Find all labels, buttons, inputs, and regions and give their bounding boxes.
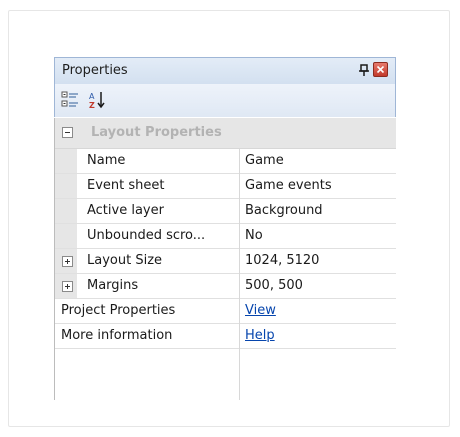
property-value[interactable]: Background xyxy=(245,203,323,218)
categorized-icon[interactable] xyxy=(61,90,81,110)
expand-icon[interactable] xyxy=(62,281,73,292)
collapse-icon[interactable] xyxy=(62,127,73,138)
expand-icon[interactable] xyxy=(62,256,73,267)
property-row-unbounded-scrolling[interactable]: Unbounded scro... No xyxy=(55,224,396,249)
properties-panel: Properties A Z Layout Properties Name Ga… xyxy=(54,57,396,400)
property-name: Project Properties xyxy=(61,303,176,318)
property-value[interactable]: No xyxy=(245,228,263,243)
property-name: Layout Size xyxy=(87,253,163,268)
property-name: Active layer xyxy=(87,203,164,218)
panel-toolbar: A Z xyxy=(54,84,396,117)
property-row-more-information[interactable]: More information Help xyxy=(55,324,396,349)
property-row-event-sheet[interactable]: Event sheet Game events xyxy=(55,174,396,199)
pin-icon[interactable] xyxy=(357,63,371,77)
help-link[interactable]: Help xyxy=(245,328,275,343)
property-value[interactable]: Game xyxy=(245,153,284,168)
property-row-project-properties[interactable]: Project Properties View xyxy=(55,299,396,324)
property-value[interactable]: 500, 500 xyxy=(245,278,303,293)
property-name: More information xyxy=(61,328,173,343)
property-name: Unbounded scro... xyxy=(87,228,206,243)
property-row-name[interactable]: Name Game xyxy=(55,149,396,174)
view-link[interactable]: View xyxy=(245,303,276,318)
column-divider[interactable] xyxy=(239,149,240,400)
property-name: Margins xyxy=(87,278,139,293)
sort-alpha-icon[interactable]: A Z xyxy=(87,90,107,110)
property-name: Event sheet xyxy=(87,178,165,193)
property-row-margins[interactable]: Margins 500, 500 xyxy=(55,274,396,299)
svg-text:A: A xyxy=(89,92,95,101)
category-label: Layout Properties xyxy=(91,125,222,140)
property-value[interactable]: Game events xyxy=(245,178,332,193)
close-icon[interactable] xyxy=(373,62,388,77)
panel-title: Properties xyxy=(62,63,128,78)
category-row-layout[interactable]: Layout Properties xyxy=(55,118,396,149)
panel-titlebar: Properties xyxy=(54,57,396,84)
property-grid: Layout Properties Name Game Event sheet … xyxy=(54,118,396,400)
property-row-active-layer[interactable]: Active layer Background xyxy=(55,199,396,224)
svg-text:Z: Z xyxy=(89,101,95,110)
property-value[interactable]: 1024, 5120 xyxy=(245,253,319,268)
property-name: Name xyxy=(87,153,126,168)
property-row-layout-size[interactable]: Layout Size 1024, 5120 xyxy=(55,249,396,274)
